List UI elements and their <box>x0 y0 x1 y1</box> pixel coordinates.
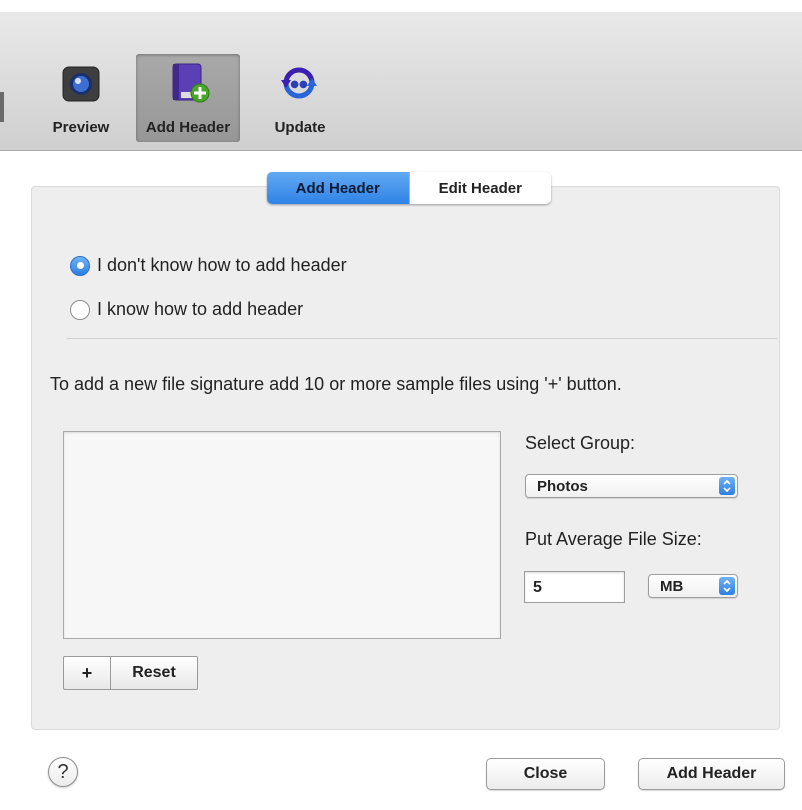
file-size-unit-select[interactable]: MB <box>648 574 738 598</box>
toolbar-add-header-button[interactable]: Add Header <box>136 54 240 142</box>
file-list-controls: + Reset <box>63 656 198 690</box>
option-know[interactable]: I know how to add header <box>70 299 303 320</box>
add-header-icon <box>169 62 211 109</box>
window-edge <box>0 92 4 122</box>
toolbar-update-label: Update <box>274 119 326 136</box>
help-button[interactable]: ? <box>48 757 78 787</box>
radio-dont-know[interactable] <box>70 255 90 276</box>
svg-text:●●: ●● <box>290 79 308 90</box>
file-size-input[interactable]: 5 <box>524 571 625 603</box>
preview-icon <box>62 66 100 107</box>
radio-know[interactable] <box>70 299 90 320</box>
reset-button[interactable]: Reset <box>111 657 197 689</box>
add-header-button[interactable]: Add Header <box>638 758 785 790</box>
option-know-label: I know how to add header <box>97 299 304 319</box>
add-file-button[interactable]: + <box>64 657 111 689</box>
divider <box>67 338 777 339</box>
file-size-label: Put Average File Size: <box>525 529 702 549</box>
chevron-updown-icon <box>719 577 735 595</box>
select-group-label: Select Group: <box>525 433 636 453</box>
tab-edit-header[interactable]: Edit Header <box>408 172 552 204</box>
file-size-unit-value: MB <box>660 578 684 595</box>
instructions-text: To add a new file signature add 10 or mo… <box>50 374 622 394</box>
add-header-window: Preview Add Header ●● Update Add Header … <box>0 0 802 810</box>
toolbar-preview-label: Preview <box>52 119 110 136</box>
option-dont-know-label: I don't know how to add header <box>97 255 347 275</box>
toolbar-add-header-label: Add Header <box>145 119 231 136</box>
close-button[interactable]: Close <box>486 758 605 790</box>
sample-files-list[interactable] <box>63 431 501 639</box>
toolbar-preview-button[interactable]: Preview <box>40 54 122 142</box>
tab-add-header[interactable]: Add Header <box>267 172 409 204</box>
option-dont-know[interactable]: I don't know how to add header <box>70 255 347 276</box>
toolbar-update-button[interactable]: ●● Update <box>258 54 342 142</box>
toolbar: Preview Add Header ●● Update <box>0 12 802 151</box>
chevron-updown-icon <box>719 477 735 495</box>
group-select-value: Photos <box>537 478 588 495</box>
update-icon: ●● <box>279 64 319 107</box>
group-select[interactable]: Photos <box>525 474 738 498</box>
header-mode-tabs: Add Header Edit Header <box>267 172 551 204</box>
